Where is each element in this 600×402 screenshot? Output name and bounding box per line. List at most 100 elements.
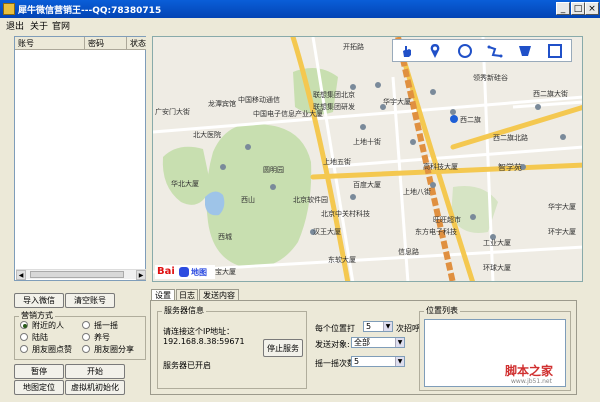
map-label: 旺旺超市 <box>433 216 461 224</box>
map-label: 上地十街 <box>353 138 381 146</box>
location-list-legend: 位置列表 <box>424 306 460 316</box>
map-label: 华北大厦 <box>171 180 199 188</box>
column-header-account[interactable]: 账号 <box>15 37 85 50</box>
column-header-status[interactable]: 状态 <box>127 37 146 50</box>
send-target-select[interactable]: 全部 ▼ <box>351 337 405 348</box>
watermark-text: 脚本之家 <box>505 364 554 378</box>
radio-moments-like[interactable] <box>20 345 28 353</box>
map-label: 中国移动通信 <box>238 96 280 104</box>
map-label: 环球大厦 <box>483 264 511 272</box>
polyline-icon[interactable] <box>487 43 503 59</box>
scroll-right-icon[interactable]: ▶ <box>136 270 146 280</box>
paw-icon <box>179 267 189 277</box>
map-label: 龙潭宾馆 <box>208 100 236 108</box>
chevron-down-icon[interactable]: ▼ <box>383 322 392 331</box>
per-location-select[interactable]: 5 ▼ <box>363 321 393 332</box>
map-label: 信息路 <box>398 248 419 256</box>
map-label: 环宇大厦 <box>548 228 576 236</box>
app-icon <box>3 3 15 15</box>
lake <box>205 191 225 216</box>
send-target-label: 发送对象: <box>315 340 350 349</box>
table-horizontal-scrollbar[interactable]: ◀ ▶ <box>16 269 146 280</box>
radio-raise-account[interactable] <box>82 333 90 341</box>
server-info-legend: 服务器信息 <box>162 306 206 316</box>
map-label: 圆明园 <box>263 166 284 174</box>
map-label: 西二旗北路 <box>493 134 528 142</box>
radio-option-3[interactable] <box>20 333 28 341</box>
map-label: 智学苑 <box>498 163 522 172</box>
radio-moments-share[interactable] <box>82 345 90 353</box>
menu-bar: 退出 关于 官网 <box>0 18 600 32</box>
map-label: 东方电子科技 <box>415 228 457 236</box>
title-bar: 犀牛微信营销王---QQ:78380715 _ □ × <box>0 0 600 18</box>
map-label: 汉王大厦 <box>313 228 341 236</box>
map-label: 广安门大街 <box>155 108 190 116</box>
server-status: 服务器已开启 <box>163 361 211 370</box>
map-label: 上地五街 <box>323 158 351 166</box>
accounts-table[interactable]: 账号 密码 状态 ◀ ▶ <box>14 36 146 281</box>
polygon-icon[interactable] <box>517 43 533 59</box>
column-header-password[interactable]: 密码 <box>85 37 127 50</box>
hand-icon[interactable] <box>399 43 415 59</box>
clear-accounts-button[interactable]: 清空账号 <box>65 293 115 308</box>
maximize-button[interactable]: □ <box>571 2 585 15</box>
chevron-down-icon[interactable]: ▼ <box>395 357 404 366</box>
radio-moments-share-label[interactable]: 朋友圈分享 <box>94 344 134 355</box>
map-label: 华宇大厦 <box>548 203 576 211</box>
close-button[interactable]: × <box>585 2 599 15</box>
stop-server-button[interactable]: 停止服务 <box>263 339 303 357</box>
radio-shake-label[interactable]: 摇一摇 <box>94 320 118 331</box>
chevron-down-icon[interactable]: ▼ <box>395 338 404 347</box>
menu-website[interactable]: 官网 <box>52 19 70 32</box>
map-label: 北京中关村科技 <box>321 210 370 218</box>
map-label: 北京软件园 <box>293 196 328 204</box>
map-label: 上地八街 <box>403 188 431 196</box>
vm-init-button[interactable]: 虚拟机初始化 <box>65 380 125 395</box>
radio-option-3-label[interactable]: 陆陆 <box>32 332 48 343</box>
menu-exit[interactable]: 退出 <box>6 19 24 32</box>
map-label: 工业大厦 <box>483 239 511 247</box>
pause-button[interactable]: 暂停 <box>14 364 64 379</box>
scroll-thumb[interactable] <box>30 271 124 278</box>
radio-moments-like-label[interactable]: 朋友圈点赞 <box>32 344 72 355</box>
radio-raise-account-label[interactable]: 养号 <box>94 332 110 343</box>
radio-nearby[interactable] <box>20 321 28 329</box>
map-canvas[interactable] <box>153 37 583 282</box>
window-title: 犀牛微信营销王---QQ:78380715 <box>18 6 162 16</box>
map-drawing-toolbar <box>392 39 572 62</box>
location-listbox[interactable]: 脚本之家 www.jb51.net <box>424 319 566 387</box>
rectangle-icon[interactable] <box>547 43 563 59</box>
map-label: 西城 <box>218 233 232 241</box>
per-location-label: 每个位置打 <box>315 324 355 333</box>
settings-panel: 服务器信息 请连接这个IP地址： 192.168.8.38:59671 服务器已… <box>150 300 577 395</box>
connect-ip-label: 请连接这个IP地址： <box>163 327 235 336</box>
map-label: 西二旗 <box>460 116 481 124</box>
radio-shake[interactable] <box>82 321 90 329</box>
map-label: 开拓路 <box>343 43 364 51</box>
map-label: 高科技大厦 <box>423 163 458 171</box>
map-label: 百度大厦 <box>353 181 381 189</box>
shake-count-select[interactable]: 5 ▼ <box>351 356 405 367</box>
radio-nearby-label[interactable]: 附近的人 <box>32 320 64 331</box>
map-label: 联想集团研发 <box>313 103 355 111</box>
map-label: 华宇大厦 <box>383 98 411 106</box>
import-wechat-button[interactable]: 导入微信 <box>14 293 64 308</box>
map-locate-button[interactable]: 地图定位 <box>14 380 64 395</box>
map-label: 西山 <box>241 196 255 204</box>
map-label: 联想集团北京 <box>313 91 355 99</box>
map-label: 东软大厦 <box>328 256 356 264</box>
minimize-button[interactable]: _ <box>556 2 570 15</box>
map-label: 西二旗大街 <box>533 90 568 98</box>
per-location-unit: 次招呼 <box>396 324 420 333</box>
map-label: 领秀新硅谷 <box>473 74 508 82</box>
start-button[interactable]: 开始 <box>65 364 125 379</box>
menu-about[interactable]: 关于 <box>30 19 48 32</box>
baidu-map-logo: Bai 地图 <box>155 265 215 279</box>
marker-icon[interactable] <box>427 43 443 59</box>
circle-icon[interactable] <box>457 43 473 59</box>
scroll-left-icon[interactable]: ◀ <box>16 270 26 280</box>
map-label: 北大医院 <box>193 131 221 139</box>
server-ip-address: 192.168.8.38:59671 <box>163 337 245 346</box>
map-view[interactable]: 广安门大街 华北大厦 龙潭宾馆 中国移动通信 中国电子信息产业大厦 北大医院 联… <box>152 36 583 282</box>
watermark-url: www.jb51.net <box>511 378 552 385</box>
